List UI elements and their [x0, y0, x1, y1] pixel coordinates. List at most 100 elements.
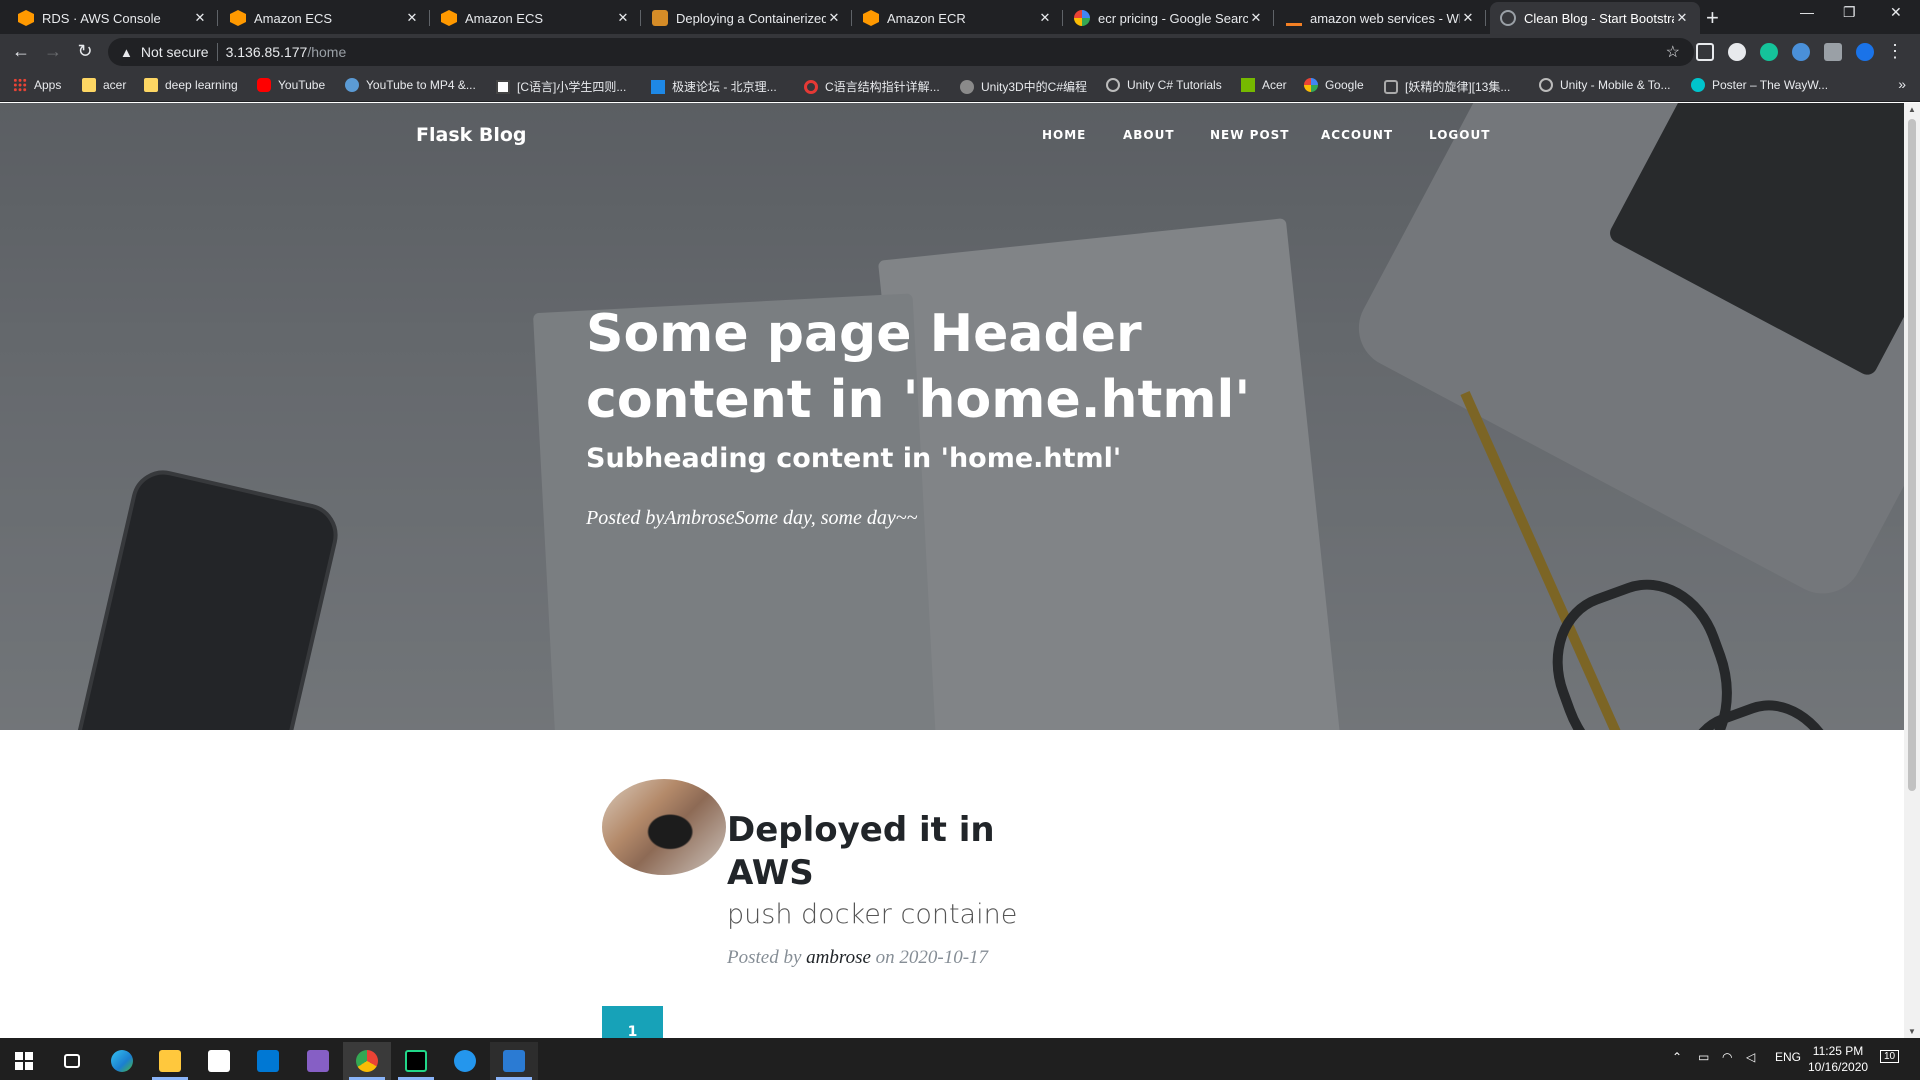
close-icon[interactable]: ✕ — [192, 10, 208, 26]
bookmark-apps[interactable]: Apps — [13, 78, 61, 92]
nav-about[interactable]: ABOUT — [1123, 128, 1175, 142]
navbar-brand[interactable]: Flask Blog — [416, 124, 527, 146]
tab-title: Amazon ECR — [887, 10, 966, 26]
minimize-icon[interactable]: — — [1800, 4, 1814, 20]
vs-code-icon[interactable] — [490, 1042, 538, 1080]
windows-start-icon[interactable] — [0, 1042, 48, 1080]
tab-title: Amazon ECS — [465, 10, 544, 26]
nav-account[interactable]: ACCOUNT — [1321, 128, 1393, 142]
language-indicator[interactable]: ENG — [1775, 1050, 1801, 1064]
bookmark-acer-folder[interactable]: acer — [82, 78, 126, 92]
battery-icon[interactable]: ▭ — [1698, 1050, 1709, 1064]
close-icon[interactable]: ✕ — [615, 10, 631, 26]
address-bar[interactable]: ▲ Not secure 3.136.85.177 /home ☆ — [108, 38, 1694, 66]
forward-icon[interactable]: → — [42, 41, 64, 62]
tab-ecr[interactable]: Amazon ECR ✕ — [853, 2, 1063, 34]
post-title[interactable]: Deployed it in AWS — [727, 809, 1057, 895]
reload-icon[interactable]: ↻ — [74, 41, 96, 62]
restore-icon[interactable]: ❐ — [1843, 4, 1856, 21]
chevron-right-icon[interactable]: » — [1898, 76, 1906, 92]
reader-icon[interactable] — [1696, 43, 1714, 61]
bookmark-c-lang[interactable]: [C语言]小学生四则... — [496, 78, 626, 95]
security-status[interactable]: Not secure — [141, 44, 209, 60]
close-icon[interactable]: ✕ — [1460, 10, 1476, 26]
profile-avatar[interactable] — [1856, 43, 1874, 61]
tab-ecs-1[interactable]: Amazon ECS ✕ — [220, 2, 430, 34]
chevron-up-icon[interactable]: ⌃ — [1672, 1050, 1682, 1064]
bookmark-unity-tutorials[interactable]: Unity C# Tutorials — [1106, 78, 1222, 92]
tab-deploying[interactable]: Deploying a Containerized ✕ — [642, 2, 852, 34]
tab-clean-blog[interactable]: Clean Blog - Start Bootstrap ✕ — [1490, 2, 1700, 34]
tab-google-search[interactable]: ecr pricing - Google Search ✕ — [1064, 2, 1274, 34]
bookmark-bilibili[interactable]: [妖精的旋律][13集... — [1384, 78, 1510, 95]
new-tab-icon[interactable]: + — [1706, 5, 1719, 31]
visual-studio-icon[interactable] — [294, 1042, 342, 1080]
post-avatar — [602, 779, 726, 875]
google-icon — [1304, 78, 1318, 92]
back-icon[interactable]: ← — [10, 41, 32, 62]
clock-date: 10/16/2020 — [1808, 1060, 1869, 1074]
folder-icon — [144, 78, 158, 92]
bookmark-deep-learning[interactable]: deep learning — [144, 78, 238, 92]
file-explorer-icon[interactable] — [146, 1042, 194, 1080]
bookmark-yt-mp4[interactable]: YouTube to MP4 &... — [345, 78, 476, 92]
wifi-icon[interactable]: ◠ — [1722, 1050, 1732, 1064]
chrome-icon[interactable] — [343, 1042, 391, 1080]
notification-center-icon[interactable]: 10 — [1880, 1050, 1900, 1063]
clock[interactable]: 11:25 PM 10/16/2020 — [1808, 1043, 1868, 1075]
bookmark-label: [C语言]小学生四则... — [517, 80, 627, 94]
tab-stackoverflow[interactable]: amazon web services - Wha ✕ — [1276, 2, 1486, 34]
post-date: 2020-10-17 — [899, 947, 989, 968]
page-scrollbar[interactable]: ▲ ▼ — [1904, 103, 1920, 1038]
store-icon[interactable] — [195, 1042, 243, 1080]
volume-icon[interactable]: ◁ — [1746, 1050, 1755, 1064]
close-icon[interactable]: ✕ — [1674, 10, 1690, 26]
bookmark-c-pointer[interactable]: C语言结构指针详解... — [804, 78, 940, 95]
bookmark-google[interactable]: Google — [1304, 78, 1364, 92]
warning-icon[interactable]: ▲ — [120, 45, 133, 60]
bookmark-poster[interactable]: Poster – The WayW... — [1691, 78, 1828, 92]
extension-icon[interactable] — [1728, 43, 1746, 61]
tab-rds[interactable]: RDS · AWS Console ✕ — [8, 2, 218, 34]
bookmark-unity-mobile[interactable]: Unity - Mobile & To... — [1539, 78, 1670, 92]
post-author-link[interactable]: ambrose — [806, 947, 871, 968]
bookmark-forum[interactable]: 极速论坛 - 北京理... — [651, 78, 777, 95]
stackoverflow-icon — [1286, 10, 1302, 26]
bookmark-acer[interactable]: Acer — [1241, 78, 1287, 92]
bookmark-label: Poster – The WayW... — [1712, 78, 1829, 92]
nav-new-post[interactable]: NEW POST — [1210, 128, 1289, 142]
scroll-thumb[interactable] — [1908, 119, 1916, 791]
docker-icon[interactable] — [441, 1042, 489, 1080]
edge-icon[interactable] — [98, 1042, 146, 1080]
bookmark-youtube[interactable]: YouTube — [257, 78, 325, 92]
window-close-icon[interactable]: ✕ — [1890, 4, 1902, 21]
menu-dots-icon[interactable]: ⋮ — [1884, 41, 1906, 62]
bookmark-label: 极速论坛 - 北京理... — [672, 80, 777, 94]
pycharm-icon[interactable] — [392, 1042, 440, 1080]
nav-home[interactable]: HOME — [1042, 128, 1086, 142]
page-meta: Posted byAmbroseSome day, some day~~ — [586, 507, 918, 529]
post-subtitle: push docker containe — [727, 899, 1018, 930]
bookmark-star-icon[interactable]: ☆ — [1666, 42, 1680, 62]
window-icon[interactable] — [244, 1042, 292, 1080]
bookmark-label: YouTube to MP4 &... — [366, 78, 476, 92]
scroll-up-icon[interactable]: ▲ — [1908, 105, 1916, 114]
tab-ecs-2[interactable]: Amazon ECS ✕ — [431, 2, 641, 34]
close-icon[interactable]: ✕ — [404, 10, 420, 26]
google-icon — [1074, 10, 1090, 26]
search-extension-icon[interactable] — [1792, 43, 1810, 61]
pagination-page-1[interactable]: 1 — [602, 1006, 663, 1038]
nav-logout[interactable]: LOGOUT — [1429, 128, 1490, 142]
close-icon[interactable]: ✕ — [826, 10, 842, 26]
page-title: Some page Header content in 'home.html' — [586, 304, 1251, 430]
close-icon[interactable]: ✕ — [1037, 10, 1053, 26]
bookmark-label: Acer — [1262, 78, 1287, 92]
bookmark-label: Apps — [34, 78, 62, 92]
close-icon[interactable]: ✕ — [1248, 10, 1264, 26]
scroll-down-icon[interactable]: ▼ — [1908, 1027, 1916, 1036]
task-view-icon[interactable] — [48, 1042, 96, 1080]
grammarly-icon[interactable] — [1760, 43, 1778, 61]
bookmark-unity3d[interactable]: Unity3D中的C#编程 — [960, 78, 1087, 95]
youtube-icon — [257, 78, 271, 92]
puzzle-icon[interactable] — [1824, 43, 1842, 61]
